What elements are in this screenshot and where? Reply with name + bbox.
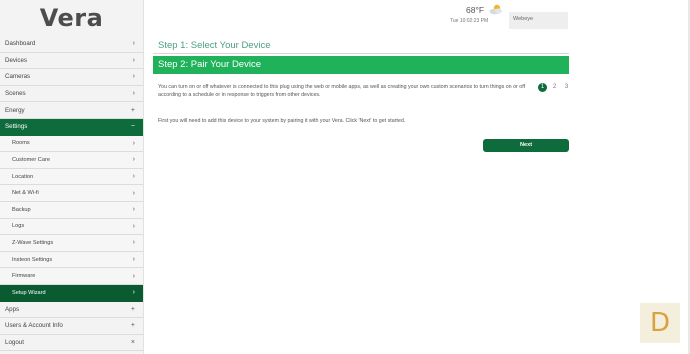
vera-logo[interactable]: Vera [0, 0, 143, 36]
chevron-right-icon: › [132, 239, 135, 247]
page-indicator-2[interactable]: 2 [550, 83, 559, 92]
sidebar-item-label: Location [12, 173, 34, 180]
sidebar-item-settings[interactable]: Settings − [0, 118, 143, 136]
chevron-right-icon: › [132, 222, 135, 230]
sidebar-item-label: Settings [5, 123, 28, 131]
minus-icon: − [130, 123, 135, 131]
sidebar-item-label: Users & Account Info [5, 322, 63, 330]
chevron-right-icon: › [132, 256, 135, 264]
plus-icon: + [130, 106, 135, 114]
partly-cloudy-icon [489, 4, 502, 15]
sidebar-item-label: Firmware [12, 273, 36, 280]
sidebar-subitem-customer-care[interactable]: Customer Care › [0, 152, 143, 169]
sidebar-item-label: Energy [5, 106, 25, 114]
sidebar-subitem-net-wifi[interactable]: Net & Wi-fi › [0, 185, 143, 202]
sidebar-subitem-zwave-settings[interactable]: Z-Wave Settings › [0, 235, 143, 252]
chevron-right-icon: › [132, 189, 135, 197]
chevron-right-icon: › [132, 272, 135, 280]
sidebar-menu: Dashboard › Devices › Cameras › Scenes › Ene… [0, 36, 143, 352]
sidebar-subitem-firmware[interactable]: Firmware › [0, 268, 143, 285]
sidebar-item-label: Logout [5, 338, 24, 346]
close-icon: × [130, 338, 135, 346]
corner-badge[interactable]: D [640, 303, 680, 343]
sidebar-item-label: Setup Wizard [12, 289, 46, 296]
sidebar-item-label: Rooms [12, 140, 30, 147]
chevron-right-icon: › [132, 173, 135, 181]
plus-icon: + [130, 322, 135, 330]
sidebar-item-apps[interactable]: Apps + [0, 301, 143, 319]
next-button[interactable]: Next [483, 139, 569, 152]
username: Webeye [513, 16, 534, 22]
temperature: 68°F [466, 5, 485, 15]
sidebar-item-label: Backup [12, 206, 31, 213]
sidebar-subitem-backup[interactable]: Backup › [0, 201, 143, 219]
sidebar-item-label: Cameras [5, 73, 31, 81]
sidebar: Vera Dashboard › Devices › Cameras › Scenes… [0, 0, 144, 354]
wizard-pager: 1 2 3 [538, 83, 571, 92]
sidebar-item-label: Apps [5, 305, 20, 313]
sidebar-item-dashboard[interactable]: Dashboard › [0, 36, 143, 53]
sidebar-item-scenes[interactable]: Scenes › [0, 85, 143, 103]
sidebar-item-cameras[interactable]: Cameras › [0, 69, 143, 86]
sidebar-item-label: Scenes [5, 90, 26, 98]
datetime: Tue 10:02:23 PM [450, 18, 489, 24]
chevron-right-icon: › [132, 206, 135, 214]
chevron-right-icon: › [132, 156, 135, 164]
sidebar-item-devices[interactable]: Devices › [0, 52, 143, 70]
sidebar-subitem-location[interactable]: Location › [0, 168, 143, 186]
step1-title[interactable]: Step 1: Select Your Device [158, 40, 271, 51]
chevron-right-icon: › [132, 73, 135, 81]
sidebar-item-label: Dashboard [5, 40, 36, 48]
user-menu[interactable]: Webeye [509, 12, 568, 29]
sidebar-item-logout[interactable]: Logout × [0, 334, 143, 352]
weather-widget: 68°F Tue 10:02:23 PM [450, 4, 506, 27]
page-indicator-3[interactable]: 3 [562, 83, 571, 92]
sidebar-subitem-rooms[interactable]: Rooms › [0, 135, 143, 153]
sidebar-item-label: Z-Wave Settings [12, 239, 54, 246]
chevron-right-icon: › [132, 90, 135, 98]
plus-icon: + [130, 305, 135, 313]
sidebar-item-energy[interactable]: Energy + [0, 102, 143, 119]
chevron-right-icon: › [132, 40, 135, 48]
logo-text: Vera [39, 4, 104, 32]
sidebar-item-label: Net & Wi-fi [12, 190, 39, 197]
device-description: You can turn on or off whatever is conne… [158, 84, 526, 98]
sidebar-item-label: Customer Care [12, 156, 50, 163]
sidebar-item-label: Devices [5, 56, 28, 64]
sidebar-item-label: Logs [12, 223, 25, 230]
sidebar-subitem-insteon-settings[interactable]: Insteon Settings › [0, 251, 143, 269]
chevron-right-icon: › [132, 289, 135, 297]
sidebar-item-users-account[interactable]: Users & Account Info + [0, 318, 143, 335]
chevron-right-icon: › [132, 56, 135, 64]
chevron-right-icon: › [132, 139, 135, 147]
pairing-instruction: First you will need to add this device t… [158, 118, 406, 124]
sidebar-subitem-logs[interactable]: Logs › [0, 218, 143, 236]
divider [153, 53, 569, 54]
step2-title: Step 2: Pair Your Device [158, 59, 261, 70]
page-indicator-1[interactable]: 1 [538, 83, 547, 92]
sidebar-item-label: Insteon Settings [12, 256, 53, 263]
sidebar-subitem-setup-wizard[interactable]: Setup Wizard › [0, 284, 143, 302]
step2-header: Step 2: Pair Your Device [153, 56, 569, 74]
